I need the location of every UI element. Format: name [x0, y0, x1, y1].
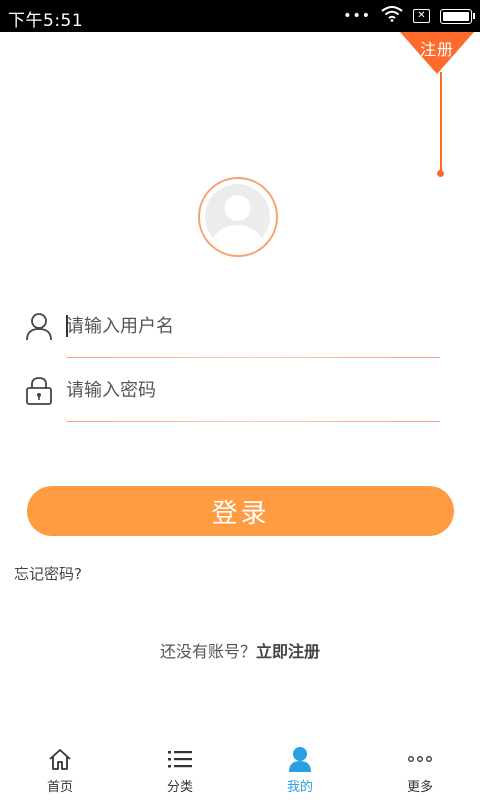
- nav-label-mine: 我的: [286, 780, 313, 795]
- corner-hanging-dot: [437, 170, 444, 177]
- more-dots-icon: [407, 746, 433, 772]
- register-hint-prefix: 还没有账号？: [159, 642, 256, 661]
- wifi-icon: [381, 6, 403, 26]
- nav-item-mine[interactable]: 我的: [240, 738, 360, 800]
- more-dots-icon: •••: [343, 8, 371, 24]
- home-icon: [47, 746, 73, 772]
- default-avatar-icon: [205, 184, 270, 249]
- status-icons: ••• ✕: [343, 6, 475, 26]
- register-now-link[interactable]: 立即注册: [256, 642, 320, 661]
- avatar[interactable]: [198, 177, 278, 257]
- battery-icon: [440, 8, 475, 24]
- nav-item-category[interactable]: 分类: [120, 738, 240, 800]
- username-input[interactable]: [66, 307, 436, 347]
- sim-icon: ✕: [413, 9, 430, 23]
- password-row: [24, 371, 444, 411]
- register-hint: 还没有账号？立即注册: [0, 638, 480, 662]
- status-bar: 下午5:51 ••• ✕: [0, 0, 480, 32]
- nav-item-more[interactable]: 更多: [360, 738, 480, 800]
- status-time: 下午5:51: [8, 11, 84, 31]
- username-underline: [67, 357, 440, 358]
- nav-label-more: 更多: [406, 780, 433, 795]
- lock-icon: [24, 375, 54, 405]
- username-row: [24, 307, 444, 347]
- list-icon: [167, 746, 193, 772]
- password-input[interactable]: [66, 371, 436, 411]
- password-underline: [67, 421, 440, 422]
- register-corner-button[interactable]: 注册: [400, 32, 474, 74]
- forgot-password-link[interactable]: 忘记密码?: [14, 563, 82, 584]
- corner-hanging-line: [440, 72, 442, 172]
- nav-label-home: 首页: [46, 780, 73, 795]
- nav-label-category: 分类: [166, 780, 193, 795]
- text-cursor: [66, 315, 68, 337]
- login-button[interactable]: 登录: [27, 486, 454, 536]
- bottom-nav: 首页 分类 我的 更多: [0, 738, 480, 800]
- register-corner-label: 注册: [419, 40, 454, 59]
- nav-item-home[interactable]: 首页: [0, 738, 120, 800]
- user-icon: [24, 311, 54, 341]
- person-icon: [287, 746, 313, 772]
